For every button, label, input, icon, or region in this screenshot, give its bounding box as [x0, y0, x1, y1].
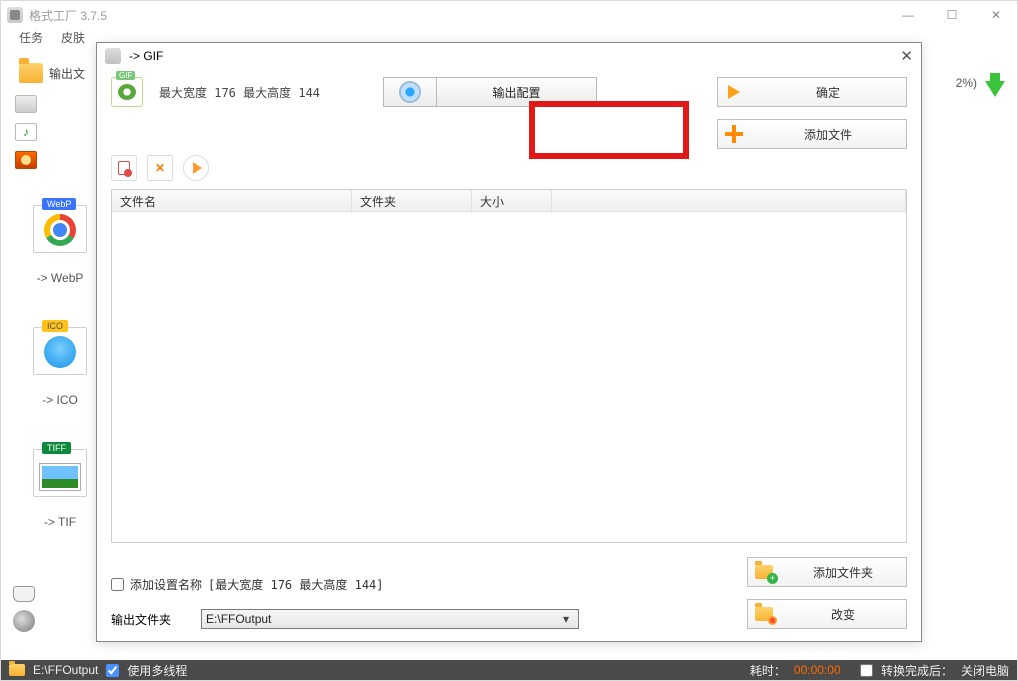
folder-plus-icon	[755, 565, 773, 579]
plus-icon	[725, 125, 743, 143]
gif-badge: GIF	[116, 71, 135, 80]
play-button[interactable]	[183, 155, 209, 181]
output-folder-value: E:\FFOutput	[206, 612, 558, 626]
gif-dialog: -> GIF ✕ GIF 最大宽度 176 最大高度 144 输出配置 确定 添…	[96, 42, 922, 642]
audio-category-icon[interactable]: ♪	[15, 123, 37, 141]
dialog-titlebar[interactable]: -> GIF ✕	[97, 43, 921, 69]
add-folder-label: 添加文件夹	[780, 564, 906, 581]
remove-file-icon	[118, 161, 130, 175]
ok-button[interactable]: 确定	[717, 77, 907, 107]
card-webp[interactable]: WebP -> WebP	[25, 205, 95, 285]
download-arrow-icon[interactable]	[985, 81, 1005, 97]
picture-category-icon[interactable]	[15, 151, 37, 169]
progress-percent: 2%)	[956, 76, 977, 90]
col-size[interactable]: 大小	[472, 190, 552, 213]
col-folder[interactable]: 文件夹	[352, 190, 472, 213]
add-file-button[interactable]: 添加文件	[717, 119, 907, 149]
x-icon: ✕	[155, 161, 165, 175]
add-folder-button[interactable]: 添加文件夹	[747, 557, 907, 587]
menu-skin[interactable]: 皮肤	[61, 29, 85, 53]
output-config-label: 输出配置	[492, 84, 540, 101]
output-config-button[interactable]: 输出配置	[437, 77, 597, 107]
ok-label: 确定	[750, 84, 906, 101]
dialog-close-button[interactable]: ✕	[900, 47, 913, 65]
status-folder-icon[interactable]	[9, 664, 25, 676]
output-folder-row[interactable]: 输出文	[19, 63, 85, 83]
add-spec-label: 添加设置名称	[130, 576, 202, 593]
chrome-icon	[44, 214, 76, 246]
after-value: 关闭电脑	[961, 662, 1009, 679]
card-ico[interactable]: ICO -> ICO	[25, 327, 95, 407]
caption-ico: -> ICO	[42, 393, 78, 407]
output-folder-combo[interactable]: E:\FFOutput ▾	[201, 609, 579, 629]
clear-button[interactable]: ✕	[147, 155, 173, 181]
disc-icon[interactable]	[13, 610, 35, 632]
caption-tif: -> TIF	[44, 515, 76, 529]
video-category-icon[interactable]	[15, 95, 37, 113]
after-label: 转换完成后：	[881, 662, 953, 679]
spec-text: 最大宽度 176 最大高度 144	[159, 84, 320, 101]
main-titlebar: 格式工厂 3.7.5 — ☐ ✕	[1, 1, 1017, 29]
multithread-checkbox[interactable]	[106, 664, 119, 677]
add-spec-checkbox[interactable]	[111, 578, 124, 591]
folder-change-icon	[755, 607, 773, 621]
drive-icon[interactable]	[13, 586, 35, 602]
dialog-icon	[105, 48, 121, 64]
status-path[interactable]: E:\FFOutput	[33, 663, 98, 677]
after-checkbox[interactable]	[860, 664, 873, 677]
table-header: 文件名 文件夹 大小	[112, 190, 906, 212]
maximize-button[interactable]: ☐	[937, 5, 967, 25]
col-spacer	[552, 190, 906, 213]
change-button[interactable]: 改变	[747, 599, 907, 629]
status-bar: E:\FFOutput 使用多线程 耗时： 00:00:00 转换完成后： 关闭…	[1, 660, 1017, 680]
gear-icon	[401, 83, 419, 101]
menu-task[interactable]: 任务	[19, 29, 43, 53]
badge-ico: ICO	[42, 320, 68, 332]
elapsed-value: 00:00:00	[794, 663, 841, 677]
output-folder-label-truncated: 输出文	[49, 65, 85, 82]
add-file-label: 添加文件	[750, 126, 906, 143]
badge-tiff: TIFF	[42, 442, 71, 454]
add-spec-value: [最大宽度 176 最大高度 144]	[208, 576, 383, 593]
close-button[interactable]: ✕	[981, 5, 1011, 25]
settings-icon-button[interactable]	[383, 77, 437, 107]
photo-icon	[40, 464, 80, 490]
elapsed-label: 耗时：	[750, 662, 786, 679]
app-title: 格式工厂 3.7.5	[29, 7, 893, 24]
chevron-down-icon[interactable]: ▾	[558, 612, 574, 626]
change-label: 改变	[780, 606, 906, 623]
app-icon	[7, 7, 23, 23]
card-tif[interactable]: TIFF -> TIF	[25, 449, 95, 529]
badge-webp: WebP	[42, 198, 76, 210]
caption-webp: -> WebP	[37, 271, 84, 285]
file-toolbar: ✕	[97, 155, 921, 189]
dialog-title: -> GIF	[129, 49, 163, 63]
play-icon	[193, 162, 202, 174]
file-table[interactable]: 文件名 文件夹 大小	[111, 189, 907, 543]
arrow-right-icon	[728, 85, 740, 99]
col-name[interactable]: 文件名	[112, 190, 352, 213]
output-folder-label: 输出文件夹	[111, 611, 171, 628]
category-strip: ♪	[15, 95, 37, 169]
multithread-label: 使用多线程	[127, 662, 187, 679]
gif-chip-icon: GIF	[111, 77, 143, 107]
remove-file-button[interactable]	[111, 155, 137, 181]
minimize-button[interactable]: —	[893, 5, 923, 25]
format-cards: WebP -> WebP ICO -> ICO TIFF -> TIF	[25, 205, 95, 529]
folder-icon	[19, 63, 43, 83]
info-icon	[44, 336, 76, 368]
